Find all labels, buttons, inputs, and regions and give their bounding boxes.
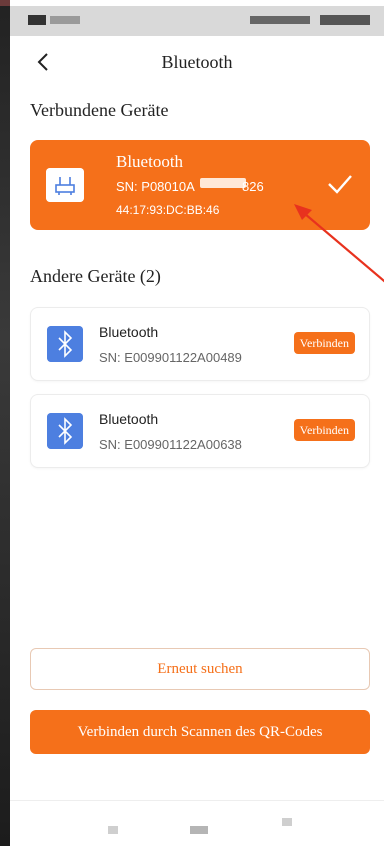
nav-recent-icon[interactable] [108,826,118,834]
status-notifications [50,16,80,24]
device-name: Bluetooth [99,411,159,427]
bottom-divider [10,800,384,801]
other-devices-heading: Andere Geräte (2) [30,266,161,286]
nav-bar: Bluetooth [10,40,384,86]
connected-device-name: Bluetooth [116,152,184,171]
bluetooth-icon [47,413,83,449]
app-screen: Bluetooth Verbundene Geräte Bluetooth SN… [10,0,384,846]
device-card[interactable]: Bluetooth SN: E009901122A00489 Verbinden [30,307,370,381]
device-name: Bluetooth [99,324,159,340]
device-frame-edge [0,0,10,846]
nav-back-icon[interactable] [282,818,292,826]
rescan-button[interactable]: Erneut suchen [30,648,370,690]
status-signal-icons [250,16,310,24]
connected-device-mac: 44:17:93:DC:BB:46 [116,203,220,217]
connected-device-sn-end: 826 [242,179,264,194]
connected-devices-heading: Verbundene Geräte [30,100,169,120]
checkmark-icon [328,175,352,194]
device-sn: SN: E009901122A00489 [99,350,242,365]
status-time [28,15,46,25]
page-title: Bluetooth [161,52,233,72]
annotation-arrow-icon [294,204,384,283]
device-sn: SN: E009901122A00638 [99,437,242,452]
status-bar [10,6,384,36]
connect-button[interactable]: Verbinden [293,332,355,354]
nav-home-icon[interactable] [190,826,208,834]
scan-qr-button[interactable]: Verbinden durch Scannen des QR-Codes [30,710,370,754]
redaction-mark [200,178,246,188]
bluetooth-icon [47,326,83,362]
router-icon [46,168,84,202]
connected-device-sn: SN: P08010A [116,179,195,194]
device-card[interactable]: Bluetooth SN: E009901122A00638 Verbinden [30,394,370,468]
connect-button[interactable]: Verbinden [293,419,355,441]
status-battery-icon [320,15,370,25]
